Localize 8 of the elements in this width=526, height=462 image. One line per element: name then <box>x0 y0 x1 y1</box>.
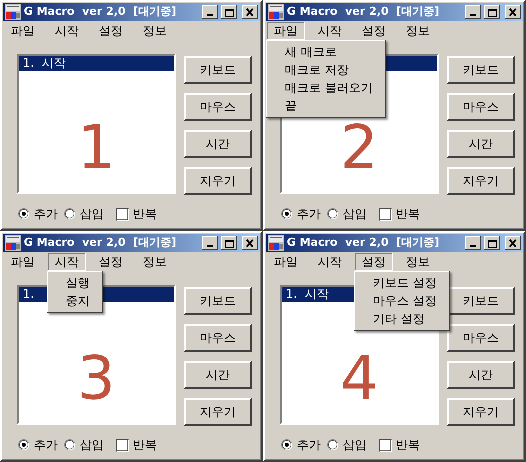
window-title: G Macro ver 2,0 [대기중] <box>287 4 440 20</box>
handwritten-number: 4 <box>339 349 380 409</box>
window-title: G Macro ver 2,0 [대기중] <box>24 4 178 20</box>
window-title: G Macro ver 2,0 [대기중] <box>24 235 178 251</box>
handwritten-number: 2 <box>339 118 380 178</box>
handwritten-number: 3 <box>76 349 117 409</box>
handwritten-number: 1 <box>76 118 117 178</box>
window-title: G Macro ver 2,0 [대기중] <box>287 235 440 251</box>
